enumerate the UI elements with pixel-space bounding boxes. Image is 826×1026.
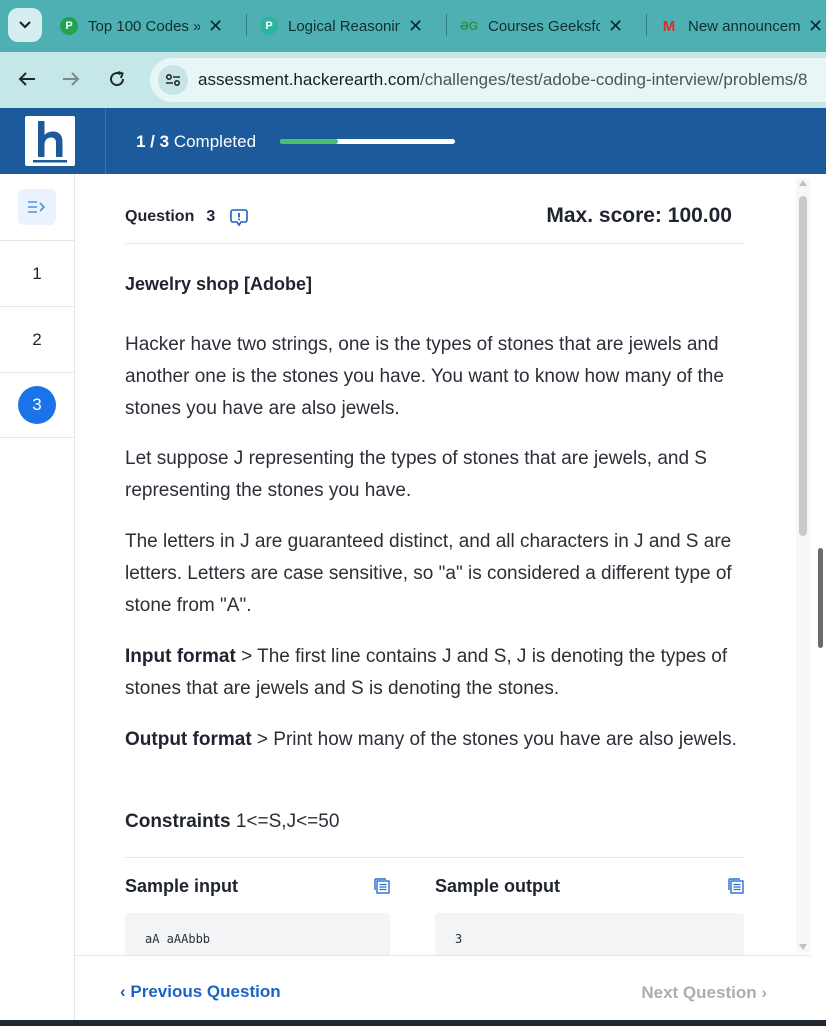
- copy-icon[interactable]: [374, 878, 390, 894]
- progress-bar-fill: [280, 139, 338, 144]
- output-format: Output format > Print how many of the st…: [125, 724, 750, 756]
- sample-input-box: aA aAAbbb: [125, 913, 390, 956]
- sample-output-label: Sample output: [435, 876, 560, 896]
- tab-divider: [646, 14, 647, 36]
- close-icon[interactable]: ✕: [608, 16, 623, 37]
- question-panel: Question 3 Max. score: 100.00 Jewelry sho…: [75, 174, 811, 956]
- max-score: Max. score: 100.00: [546, 204, 732, 227]
- browser-tab[interactable]: P Logical Reasoning ✕: [260, 10, 423, 42]
- previous-question-label: Previous Question: [130, 982, 281, 1001]
- p-logo-icon: P: [260, 17, 278, 35]
- page-scrollbar-thumb[interactable]: [818, 548, 823, 648]
- scroll-down-icon[interactable]: [799, 944, 807, 950]
- sample-input-label: Sample input: [125, 876, 239, 896]
- chevron-left-icon: ‹: [120, 982, 131, 1001]
- tab-title: Courses GeeksforGeeks: [488, 17, 600, 35]
- question-nav-number: 2: [32, 329, 42, 349]
- sample-input-column: Sample input aA aAAbbb: [125, 858, 390, 956]
- report-issue-icon[interactable]: [230, 208, 248, 227]
- progress-count: 1 / 3: [136, 132, 170, 151]
- expand-panel-icon: [28, 201, 46, 213]
- back-icon[interactable]: [14, 66, 40, 92]
- gmail-icon: M: [662, 17, 676, 35]
- tab-divider: [446, 14, 447, 36]
- question-navigator: 1 2 3: [0, 174, 75, 1026]
- app-header: 1 / 3 Completed: [0, 108, 826, 174]
- question-footer: ‹ Previous Question Next Question ›: [75, 955, 811, 1021]
- browser-tab[interactable]: P Top 100 Codes » ✕: [60, 10, 223, 42]
- question-nav-item-1[interactable]: 1: [0, 240, 74, 306]
- constraints-label: Constraints: [125, 811, 231, 832]
- tab-title: Logical Reasoning: [288, 17, 400, 35]
- sample-output-box: 3: [435, 913, 744, 956]
- tab-title: Top 100 Codes »: [88, 17, 200, 35]
- output-format-label: Output format: [125, 729, 252, 750]
- gfg-logo-icon: ƏG: [459, 19, 479, 33]
- url-path: /challenges/test/adobe-coding-interview/…: [420, 70, 808, 89]
- close-icon[interactable]: ✕: [208, 16, 223, 37]
- tab-divider: [246, 14, 247, 36]
- chevron-right-icon: ›: [756, 983, 767, 1002]
- input-format-label: Input format: [125, 646, 236, 667]
- sample-output-column: Sample output 3: [435, 858, 744, 956]
- browser-tab[interactable]: ƏG Courses GeeksforGeeks ✕: [460, 10, 623, 42]
- close-icon[interactable]: ✕: [408, 16, 423, 37]
- problem-title: Jewelry shop [Adobe]: [125, 274, 313, 294]
- content-scrollbar[interactable]: [796, 178, 810, 952]
- constraints-text: 1<=S,J<=50: [230, 811, 340, 832]
- url-bar[interactable]: assessment.hackerearth.com/challenges/te…: [150, 58, 826, 102]
- problem-paragraph: The letters in J are guaranteed distinct…: [125, 531, 732, 616]
- url-host: assessment.hackerearth.com: [198, 70, 421, 89]
- close-icon[interactable]: ✕: [808, 16, 823, 37]
- question-label-text: Question: [125, 208, 195, 225]
- next-question-button[interactable]: Next Question ›: [641, 983, 767, 1003]
- problem-paragraph: Let suppose J representing the types of …: [125, 448, 707, 501]
- reload-icon[interactable]: [104, 66, 130, 92]
- tab-title: New announcement: [688, 17, 800, 35]
- browser-tab-bar: P Top 100 Codes » ✕ P Logical Reasoning …: [0, 0, 826, 52]
- question-nav-number-active: 3: [18, 386, 56, 424]
- green-circle-icon: P: [60, 17, 78, 35]
- browser-tab[interactable]: M New announcement ✕: [660, 10, 823, 42]
- browser-address-bar: assessment.hackerearth.com/challenges/te…: [0, 52, 826, 108]
- next-question-label: Next Question: [641, 983, 757, 1002]
- problem-paragraph: Hacker have two strings, one is the type…: [125, 334, 724, 419]
- logo-container: [0, 108, 106, 174]
- forward-icon[interactable]: [58, 66, 84, 92]
- progress-label: 1 / 3 Completed: [136, 132, 256, 152]
- hackerearth-logo-icon[interactable]: [25, 116, 75, 166]
- question-header: Question 3 Max. score: 100.00: [125, 174, 744, 244]
- progress-word: Completed: [173, 132, 257, 151]
- samples-section: Sample input aA aAAbbb Sample output 3: [125, 857, 744, 956]
- constraints: Constraints 1<=S,J<=50: [125, 806, 750, 838]
- previous-question-button[interactable]: ‹ Previous Question: [120, 982, 281, 1002]
- chevron-down-icon: [19, 21, 31, 29]
- taskbar-edge: [0, 1020, 826, 1026]
- site-info-icon[interactable]: [158, 65, 188, 95]
- question-label: Question 3: [125, 208, 215, 226]
- scroll-up-icon[interactable]: [799, 180, 807, 186]
- progress-bar: [280, 139, 455, 144]
- question-number: 3: [206, 208, 216, 225]
- input-format: Input format > The first line contains J…: [125, 641, 750, 705]
- copy-icon[interactable]: [728, 878, 744, 894]
- url-text: assessment.hackerearth.com/challenges/te…: [198, 70, 808, 90]
- question-nav-item-3[interactable]: 3: [0, 372, 74, 438]
- question-nav-number: 1: [32, 263, 42, 283]
- question-nav-item-2[interactable]: 2: [0, 306, 74, 372]
- scrollbar-thumb[interactable]: [799, 196, 807, 536]
- collapse-sidebar-button[interactable]: [18, 189, 56, 225]
- tab-search-button[interactable]: [8, 8, 42, 42]
- output-format-text: > Print how many of the stones you have …: [251, 729, 737, 750]
